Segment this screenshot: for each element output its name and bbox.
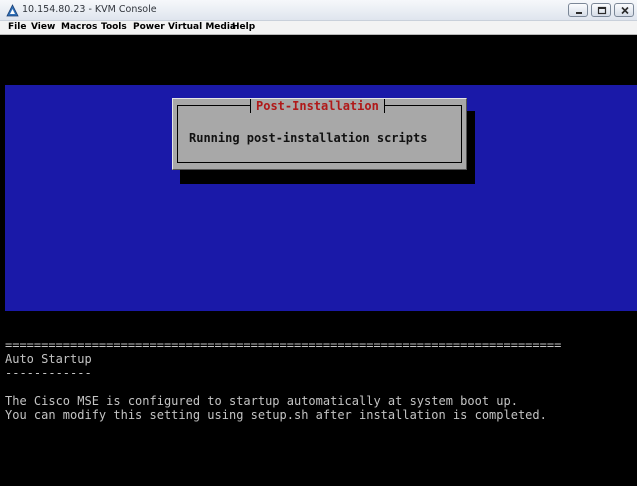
post-installation-dialog: Post-Installation Running post-installat… <box>172 98 467 170</box>
title-bar[interactable]: 10.154.80.23 - KVM Console <box>0 0 637 21</box>
menu-macros[interactable]: Macros <box>61 22 97 32</box>
dialog-frame: Post-Installation Running post-installat… <box>177 99 462 163</box>
console-message-2: You can modify this setting using setup.… <box>5 408 547 422</box>
kvm-app-icon <box>6 4 19 17</box>
menu-view[interactable]: View <box>31 22 55 32</box>
separator-line: ========================================… <box>5 338 562 352</box>
console-screen[interactable]: Post-Installation Running post-installat… <box>5 36 637 486</box>
maximize-button[interactable] <box>591 3 611 17</box>
kvm-console-window: 10.154.80.23 - KVM Console File View Mac… <box>0 0 637 486</box>
menu-virtual-media[interactable]: Virtual Media <box>168 22 236 32</box>
console-message-1: The Cisco MSE is configured to startup a… <box>5 394 518 408</box>
close-icon <box>621 6 629 15</box>
dialog-message: Running post-installation scripts <box>189 131 428 145</box>
menu-file[interactable]: File <box>8 22 26 32</box>
minimize-icon <box>576 12 582 14</box>
menu-tools[interactable]: Tools <box>101 22 127 32</box>
window-title: 10.154.80.23 - KVM Console <box>22 4 157 15</box>
menu-help[interactable]: Help <box>232 22 255 32</box>
heading-underline: ------------ <box>5 366 92 380</box>
maximize-icon <box>597 6 607 15</box>
section-heading: Auto Startup <box>5 352 92 366</box>
dialog-title: Post-Installation <box>250 99 385 113</box>
minimize-button[interactable] <box>568 3 588 17</box>
menu-bar: File View Macros Tools Power Virtual Med… <box>0 21 637 35</box>
close-button[interactable] <box>614 3 634 17</box>
menu-power[interactable]: Power <box>133 22 165 32</box>
